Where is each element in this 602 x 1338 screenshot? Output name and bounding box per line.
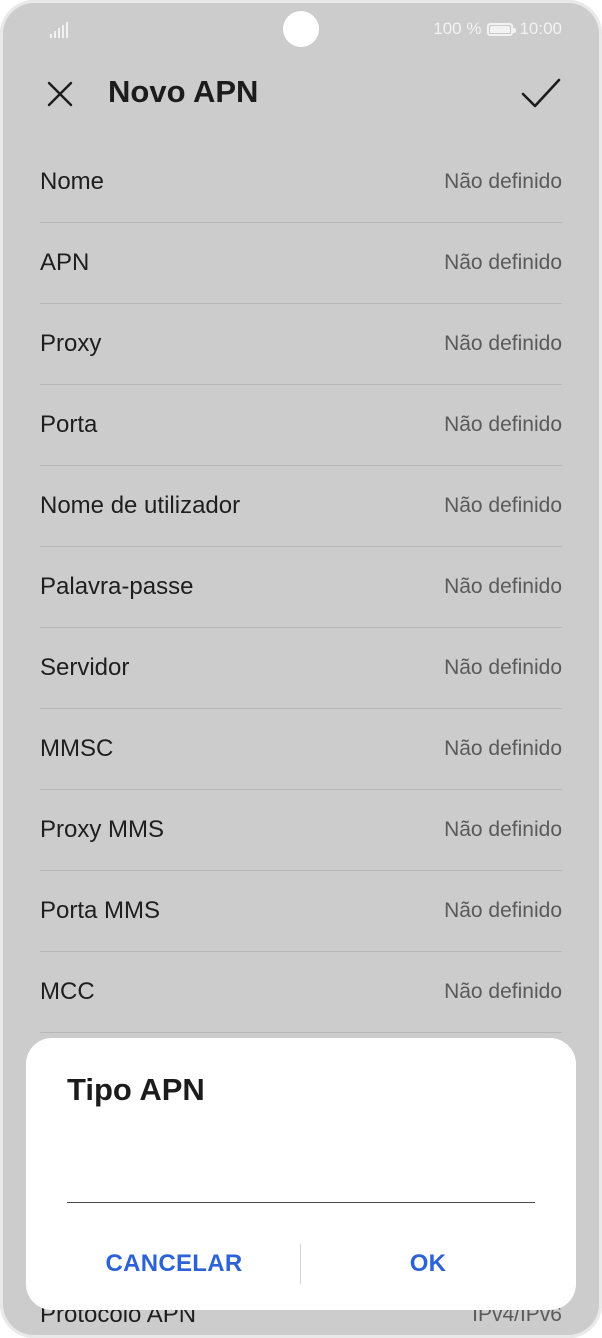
field-value: Não definido <box>444 899 562 922</box>
status-bar: 100 % 10:00 <box>0 0 602 62</box>
field-label: Proxy MMS <box>40 816 165 843</box>
status-time: 10:00 <box>519 19 562 38</box>
battery-icon <box>487 22 517 36</box>
field-row-servidor[interactable]: Servidor Não definido <box>40 628 562 709</box>
field-label: Nome de utilizador <box>40 492 241 519</box>
field-label: Proxy <box>40 330 102 357</box>
camera-cutout <box>283 11 319 47</box>
field-value: Não definido <box>444 251 562 274</box>
close-icon[interactable] <box>44 78 76 110</box>
apn-type-input[interactable] <box>67 1158 535 1203</box>
field-value: Não definido <box>444 332 562 355</box>
field-value: Não definido <box>444 737 562 760</box>
field-row-nome[interactable]: Nome Não definido <box>40 142 562 223</box>
field-label: MMSC <box>40 735 114 762</box>
field-value: Não definido <box>444 656 562 679</box>
field-value: Não definido <box>444 170 562 193</box>
field-label: Porta MMS <box>40 897 161 924</box>
dialog-title: Tipo APN <box>67 1072 205 1107</box>
status-right: 100 % 10:00 <box>433 19 562 39</box>
field-row-porta-mms[interactable]: Porta MMS Não definido <box>40 871 562 952</box>
dialog-actions: CANCELAR OK <box>26 1238 576 1290</box>
field-label: Servidor <box>40 654 130 681</box>
field-label: MCC <box>40 978 95 1005</box>
field-row-apn[interactable]: APN Não definido <box>40 223 562 304</box>
battery-percent: 100 % <box>433 19 482 38</box>
field-label: APN <box>40 249 90 276</box>
cancel-button[interactable]: CANCELAR <box>44 1238 304 1290</box>
field-row-proxy-mms[interactable]: Proxy MMS Não definido <box>40 790 562 871</box>
check-icon[interactable] <box>520 72 562 114</box>
field-value: Não definido <box>444 818 562 841</box>
field-row-mcc[interactable]: MCC Não definido <box>40 952 562 1033</box>
apn-field-list: Nome Não definido APN Não definido Proxy… <box>40 142 562 1033</box>
field-row-proxy[interactable]: Proxy Não definido <box>40 304 562 385</box>
field-row-porta[interactable]: Porta Não definido <box>40 385 562 466</box>
field-row-mmsc[interactable]: MMSC Não definido <box>40 709 562 790</box>
field-label: Palavra-passe <box>40 573 194 600</box>
phone-screen: 100 % 10:00 Novo APN Nome Não definido A… <box>0 0 602 1338</box>
page-title: Novo APN <box>108 74 259 109</box>
field-value: Não definido <box>444 494 562 517</box>
apn-type-dialog: Tipo APN CANCELAR OK <box>26 1038 576 1310</box>
field-label: Porta <box>40 411 98 438</box>
field-row-palavra-passe[interactable]: Palavra-passe Não definido <box>40 547 562 628</box>
field-value: Não definido <box>444 980 562 1003</box>
ok-button[interactable]: OK <box>298 1238 558 1290</box>
signal-icon <box>50 20 70 38</box>
app-bar: Novo APN <box>0 62 602 132</box>
field-value: Não definido <box>444 413 562 436</box>
field-label: Nome <box>40 168 105 195</box>
field-row-nome-de-utilizador[interactable]: Nome de utilizador Não definido <box>40 466 562 547</box>
field-value: Não definido <box>444 575 562 598</box>
